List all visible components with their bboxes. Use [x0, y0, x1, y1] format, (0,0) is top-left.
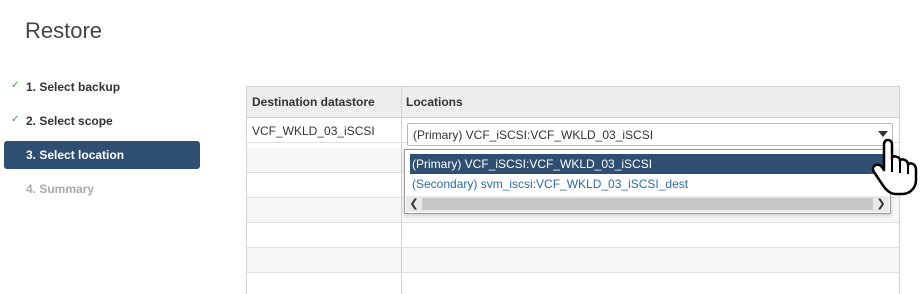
- step-label: 2. Select scope: [26, 114, 113, 128]
- scroll-right-icon[interactable]: ❯: [873, 196, 889, 212]
- step-label: 1. Select backup: [26, 80, 121, 94]
- check-icon: ✓: [11, 114, 20, 125]
- option-label: (Primary) VCF_iSCSI:VCF_WKLD_03_iSCSI: [412, 157, 653, 171]
- step-label: 3. Select location: [26, 148, 125, 162]
- location-select[interactable]: (Primary) VCF_iSCSI:VCF_WKLD_03_iSCSI: [407, 123, 893, 146]
- grid-header: Destination datastore Locations: [247, 87, 899, 118]
- column-divider: [401, 87, 402, 294]
- wizard-steps: ✓ 1. Select backup ✓ 2. Select scope 3. …: [4, 73, 200, 209]
- step-select-scope[interactable]: ✓ 2. Select scope: [4, 107, 200, 135]
- column-header-locations[interactable]: Locations: [406, 95, 463, 109]
- table-row: [247, 273, 899, 294]
- page-title: Restore: [25, 18, 103, 43]
- column-header-destination-datastore[interactable]: Destination datastore: [252, 95, 375, 109]
- location-option-primary[interactable]: (Primary) VCF_iSCSI:VCF_WKLD_03_iSCSI: [410, 154, 887, 174]
- scrollbar-thumb[interactable]: [422, 198, 873, 210]
- table-row: [247, 248, 899, 273]
- step-select-backup[interactable]: ✓ 1. Select backup: [4, 73, 200, 101]
- scroll-left-icon[interactable]: ❮: [406, 196, 422, 212]
- step-summary: 4. Summary: [4, 175, 200, 203]
- step-label: 4. Summary: [26, 182, 95, 196]
- hand-pointer-cursor-icon: [871, 138, 918, 196]
- location-select-value: (Primary) VCF_iSCSI:VCF_WKLD_03_iSCSI: [413, 128, 654, 142]
- location-dropdown-list[interactable]: (Primary) VCF_iSCSI:VCF_WKLD_03_iSCSI (S…: [404, 149, 891, 214]
- check-icon: ✓: [11, 80, 20, 91]
- table-row: [247, 223, 899, 248]
- datastore-cell: VCF_WKLD_03_iSCSI: [252, 124, 375, 138]
- option-label: (Secondary) svm_iscsi:VCF_WKLD_03_iSCSI_…: [412, 177, 689, 191]
- step-select-location[interactable]: 3. Select location: [4, 141, 200, 169]
- horizontal-scrollbar[interactable]: ❮ ❯: [406, 196, 889, 212]
- location-option-secondary[interactable]: (Secondary) svm_iscsi:VCF_WKLD_03_iSCSI_…: [410, 174, 887, 194]
